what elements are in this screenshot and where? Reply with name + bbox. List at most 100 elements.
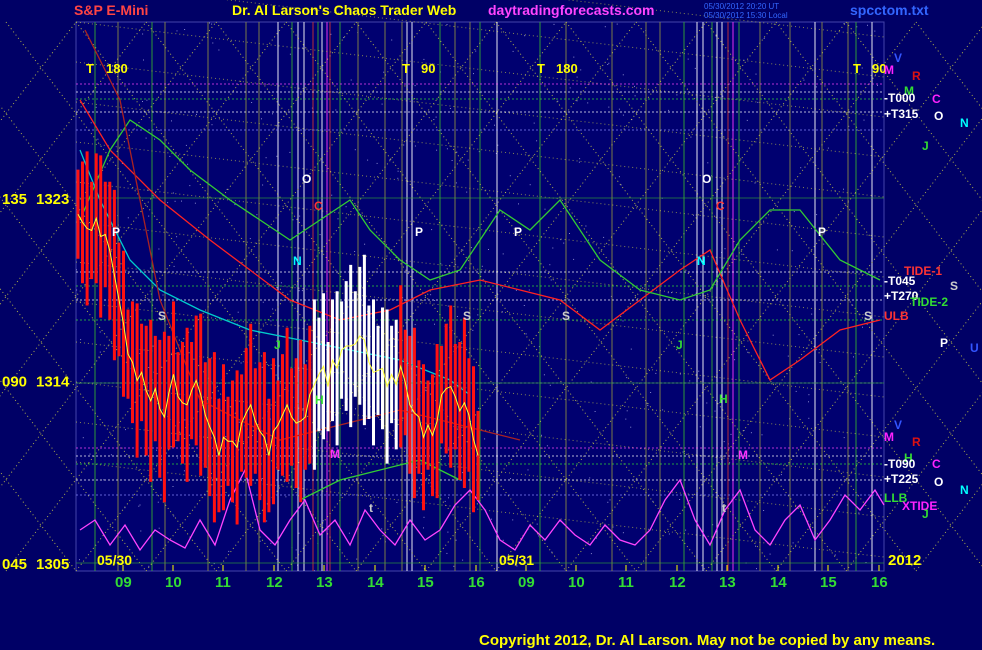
grid-dot [769, 553, 771, 555]
grid-dot [763, 37, 765, 39]
grid-dot [148, 367, 150, 368]
planet-label: P [112, 225, 120, 239]
grid-dot [563, 242, 565, 244]
grid-dot [594, 411, 596, 412]
planet-label: P [514, 225, 522, 239]
grid-dot [225, 436, 227, 438]
right-label: +T315 [884, 107, 919, 121]
grid-dot [755, 73, 757, 75]
x-tick-label: 09 [518, 574, 535, 591]
grid-dot [853, 356, 854, 358]
grid-dot [299, 215, 301, 217]
grid-dot [158, 527, 160, 529]
grid-dot [808, 417, 810, 419]
grid-dot [747, 351, 749, 353]
t-marker: T [86, 61, 94, 76]
grid-dot [292, 219, 294, 221]
grid-dot [524, 35, 526, 37]
grid-dot [289, 53, 291, 55]
grid-dot [285, 496, 287, 498]
grid-dot [177, 457, 179, 459]
grid-dot [843, 437, 845, 439]
grid-dot [509, 175, 511, 177]
instrument-title: S&P E-Mini [74, 2, 148, 18]
site-url[interactable]: daytradingforecasts.com [488, 2, 655, 18]
grid-dot [490, 518, 492, 520]
planet-label: C [716, 199, 725, 213]
grid-dot [827, 147, 829, 149]
grid-dot [453, 565, 455, 567]
grid-dot [238, 421, 240, 423]
grid-dot [573, 258, 575, 260]
right-label: N [960, 483, 969, 497]
planet-label: M [330, 447, 340, 461]
grid-dot [364, 428, 366, 430]
grid-dot [676, 94, 678, 96]
grid-dot [462, 559, 464, 561]
grid-dot [189, 185, 191, 187]
grid-dot [456, 151, 458, 153]
grid-dot [425, 390, 427, 392]
grid-dot [162, 294, 164, 296]
grid-dot [423, 58, 425, 60]
grid-dot [335, 109, 337, 111]
grid-dot [580, 69, 582, 71]
grid-dot [803, 79, 805, 81]
grid-dot [816, 214, 818, 216]
grid-dot [616, 23, 618, 25]
grid-dot [612, 526, 614, 528]
grid-dot [265, 157, 267, 159]
grid-dot [261, 118, 262, 120]
grid-dot [858, 512, 860, 514]
grid-dot [396, 502, 398, 503]
grid-dot [76, 289, 78, 291]
grid-dot [754, 182, 756, 184]
grid-dot [772, 334, 774, 336]
grid-dot [792, 542, 794, 544]
right-label: S [950, 279, 958, 293]
grid-dot [298, 290, 300, 292]
grid-dot [240, 362, 242, 364]
grid-dot [578, 161, 580, 163]
grid-dot [446, 148, 448, 150]
right-label: P [940, 336, 948, 350]
grid-dot [761, 434, 763, 436]
grid-dot [313, 570, 315, 572]
y-tick-price: 1323 [36, 191, 69, 208]
grid-dot [295, 549, 297, 551]
x-tick-label: 14 [367, 574, 384, 591]
grid-dot [423, 516, 425, 518]
grid-dot [430, 294, 432, 296]
grid-dot [494, 124, 495, 126]
grid-dot [95, 106, 97, 108]
grid-dot [622, 532, 624, 534]
grid-dot [110, 454, 112, 456]
right-label: U [970, 341, 979, 355]
y-tick-price: 1305 [36, 556, 69, 573]
right-label: J [922, 139, 929, 153]
y-tick-angle: 090 [2, 374, 27, 391]
grid-dot [301, 290, 303, 292]
grid-dot [129, 90, 131, 92]
right-label: ULB [884, 309, 909, 323]
planet-label: J [676, 338, 683, 352]
grid-dot [695, 292, 697, 294]
t-marker: T [537, 61, 545, 76]
grid-dot [787, 355, 789, 357]
grid-dot [237, 311, 239, 313]
grid-dot [811, 313, 813, 315]
grid-dot [823, 243, 825, 245]
grid-dot [528, 289, 530, 291]
planet-label: S [158, 309, 166, 323]
chaos-forecast-chart: S&P E-Mini Dr. Al Larson's Chaos Trader … [0, 0, 982, 650]
grid-dot [800, 167, 802, 169]
grid-dot [647, 405, 649, 406]
grid-dot [512, 50, 514, 52]
grid-dot [276, 287, 278, 289]
grid-dot [381, 103, 383, 105]
planet-label: N [697, 254, 706, 268]
grid-dot [331, 194, 333, 196]
grid-dot [345, 206, 347, 208]
grid-dot [167, 202, 169, 204]
grid-dot [142, 33, 144, 35]
